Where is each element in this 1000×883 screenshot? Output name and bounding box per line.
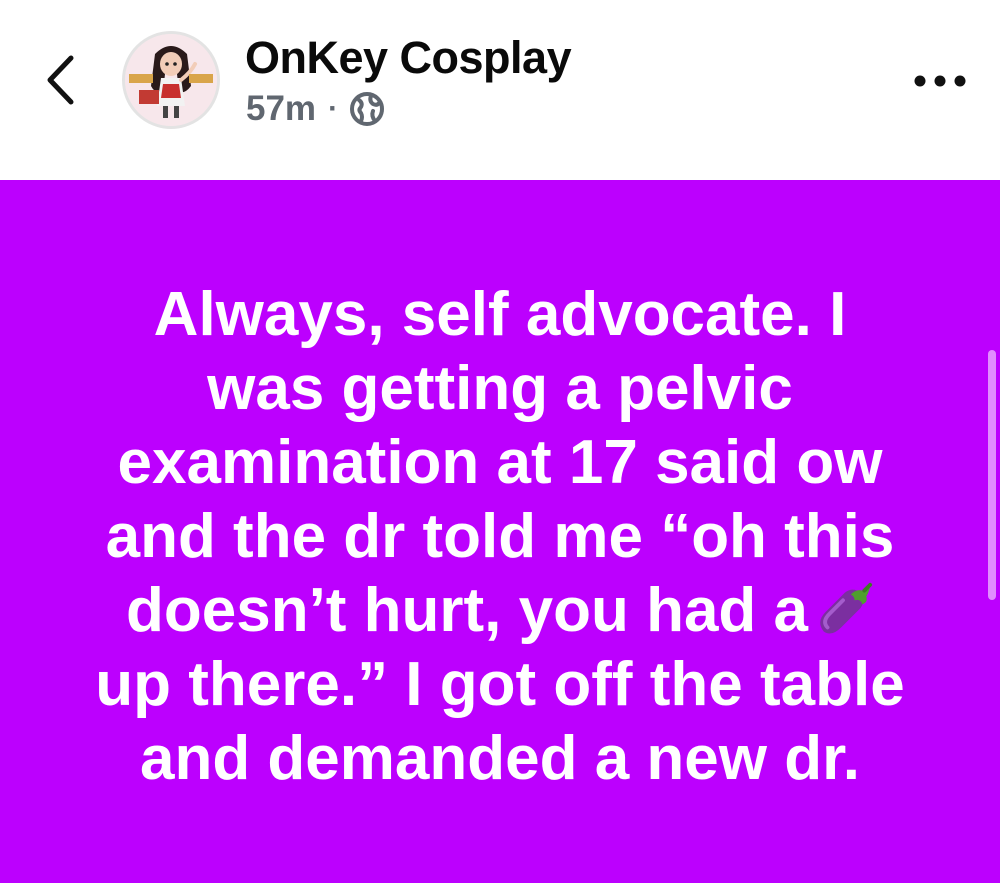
meta-separator: · [328,92,339,125]
page-name[interactable]: OnKey Cosplay [245,30,572,86]
post-line: Always, self advocate. I [153,280,847,349]
post-line: up there.” I got off the table [95,650,905,719]
scrollbar[interactable] [988,350,996,600]
post-background: Always, self advocate. I was getting a p… [0,180,1000,883]
post-line: doesn’t hurt, you had a [125,576,809,645]
globe-icon[interactable] [349,91,385,127]
avatar-illustration [125,34,217,126]
post-meta: 57m · [246,84,385,134]
chevron-left-icon [47,55,74,105]
avatar[interactable] [122,31,220,129]
more-horizontal-icon [914,75,966,87]
post-timestamp[interactable]: 57m [246,89,316,129]
post-line-with-emoji: doesn’t hurt, you had a [0,574,1000,648]
post-line: and demanded a new dr. [139,724,861,793]
post-line: examination at 17 said ow [117,428,883,497]
post-text: Always, self advocate. I was getting a p… [0,278,1000,796]
more-options-button[interactable] [908,60,972,102]
back-button[interactable] [34,48,86,112]
post-line: and the dr told me “oh this [105,502,895,571]
post-header: OnKey Cosplay 57m · [0,0,1000,180]
eggplant-emoji [820,582,873,634]
post-view: OnKey Cosplay 57m · Always, self advocat… [0,0,1000,883]
post-line: was getting a pelvic [207,354,793,423]
